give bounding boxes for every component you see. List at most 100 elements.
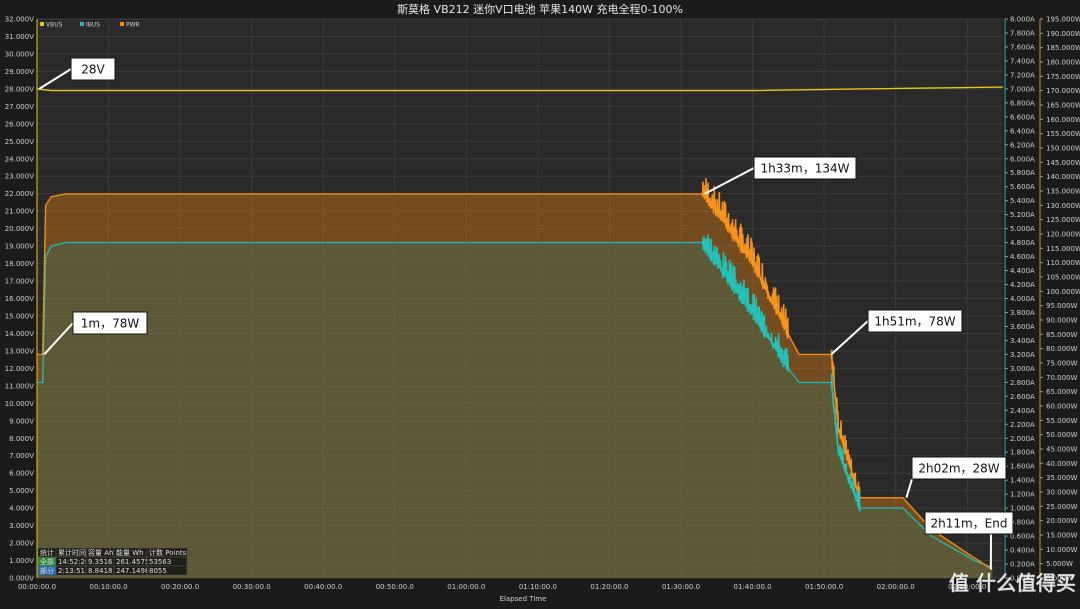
y-left-tick-label: 0.000V [9, 575, 34, 583]
y-right2-tick-label: 135.000W [1046, 188, 1080, 196]
y-left-tick-label: 27.000V [5, 103, 34, 111]
y-right1-tick-label: 1.400A [1010, 477, 1035, 485]
y-left-tick-label: 32.000V [5, 16, 34, 24]
y-right2-tick-label: 110.000W [1046, 259, 1080, 267]
y-left-tick-label: 18.000V [5, 260, 34, 268]
legend-swatch-vbus [40, 22, 44, 26]
y-right2-tick-label: 155.000W [1046, 130, 1080, 138]
chart-title: 斯莫格 VB212 迷你V口电池 苹果140W 充电全程0-100% [397, 2, 683, 16]
y-left-tick-label: 12.000V [5, 365, 34, 373]
y-right2-tick-label: 85.000W [1046, 331, 1077, 339]
y-left-tick-label: 8.000V [9, 435, 34, 443]
y-left-tick-label: 9.000V [9, 417, 34, 425]
y-left-tick-label: 13.000V [5, 347, 34, 355]
y-right1-tick-label: 3.800A [1010, 309, 1035, 317]
y-right2-tick-label: 10.000W [1046, 546, 1077, 554]
y-right1-tick-label: 7.600A [1010, 43, 1035, 51]
y-right1-tick-label: 4.400A [1010, 267, 1035, 275]
y-right2-tick-label: 175.000W [1046, 73, 1080, 81]
y-left-tick-label: 3.000V [9, 522, 34, 530]
y-right1-tick-label: 3.400A [1010, 337, 1035, 345]
stats-cell: 部分 [40, 566, 54, 575]
stats-cell: 能量 Wh [116, 548, 144, 557]
x-tick-label: 00:30:00.0 [233, 583, 271, 591]
y-left-tick-label: 26.000V [5, 120, 34, 128]
y-right2-tick-label: 95.000W [1046, 302, 1077, 310]
charge-chart: 斯莫格 VB212 迷你V口电池 苹果140W 充电全程0-100% 0.000… [0, 0, 1080, 605]
y-right1-tick-label: 7.800A [1010, 29, 1035, 37]
y-right1-tick-label: 1.200A [1010, 491, 1035, 499]
y-left-tick-label: 25.000V [5, 138, 34, 146]
stats-cell: 261.4575 [116, 558, 149, 566]
y-right1-tick-label: 7.200A [1010, 71, 1035, 79]
y-right2-tick-label: 25.000W [1046, 503, 1077, 511]
y-right1-tick-label: 3.600A [1010, 323, 1035, 331]
y-left-tick-label: 31.000V [5, 33, 34, 41]
y-right2-tick-label: 125.000W [1046, 216, 1080, 224]
y-left-tick-label: 21.000V [5, 208, 34, 216]
legend-label-ibus: IBUS [86, 22, 100, 29]
y-right1-tick-label: 6.800A [1010, 99, 1035, 107]
x-tick-label: 01:40:00.0 [733, 583, 771, 591]
x-tick-label: 01:10:00.0 [519, 583, 557, 591]
y-right1-tick-label: 2.200A [1010, 421, 1035, 429]
x-tick-label: 02:00:00.0 [877, 583, 915, 591]
y-right1-tick-label: 2.000A [1010, 435, 1035, 443]
stats-cell: 9.3516 [88, 558, 113, 566]
y-right2-tick-label: 90.000W [1046, 317, 1077, 325]
stats-cell: 8055 [149, 567, 167, 575]
x-tick-label: 01:30:00.0 [662, 583, 700, 591]
stats-cell: 53563 [149, 558, 171, 566]
y-right2-tick-label: 80.000W [1046, 345, 1077, 353]
y-right2-tick-label: 15.000W [1046, 532, 1077, 540]
y-right1-tick-label: 0.400A [1010, 547, 1035, 555]
y-right2-tick-label: 120.000W [1046, 231, 1080, 239]
y-right2-tick-label: 35.000W [1046, 474, 1077, 482]
y-left-tick-label: 17.000V [5, 278, 34, 286]
stats-cell: 全部 [40, 557, 54, 566]
y-right1-tick-label: 4.800A [1010, 239, 1035, 247]
y-right2-tick-label: 55.000W [1046, 417, 1077, 425]
stats-cell: 14:52:20 [58, 558, 89, 566]
y-right2-tick-label: 65.000W [1046, 388, 1077, 396]
annotation-text: 1h51m，78W [874, 315, 955, 329]
y-right1-tick-label: 2.800A [1010, 379, 1035, 387]
y-right1-tick-label: 0.200A [1010, 561, 1035, 569]
y-right1-tick-label: 8.000A [1010, 16, 1035, 24]
y-right1-tick-label: 3.000A [1010, 365, 1035, 373]
x-tick-label: 01:50:00.0 [805, 583, 843, 591]
x-tick-label: 00:20:00.0 [161, 583, 199, 591]
y-left-tick-label: 20.000V [5, 225, 34, 233]
stats-cell: 247.1498 [116, 567, 149, 575]
y-left-tick-label: 10.000V [5, 400, 34, 408]
y-right2-tick-label: 100.000W [1046, 288, 1080, 296]
y-left-tick-label: 28.000V [5, 85, 34, 93]
y-left-tick-label: 6.000V [9, 470, 34, 478]
y-left-tick-label: 23.000V [5, 173, 34, 181]
legend-swatch-pwr [120, 22, 124, 26]
annotation-text: 2h11m，End [930, 517, 1007, 531]
stats-cell: 8.8418 [88, 567, 113, 575]
y-right2-tick-label: 45.000W [1046, 446, 1077, 454]
y-right2-tick-label: 5.000W [1046, 560, 1073, 568]
y-left-tick-label: 7.000V [9, 452, 34, 460]
y-left-tick-label: 5.000V [9, 487, 34, 495]
stats-cell: 2:13:51 [58, 567, 85, 575]
stats-cell: 计数 Points [149, 548, 187, 557]
x-tick-label: 00:00:00.0 [18, 583, 56, 591]
y-right1-tick-label: 6.400A [1010, 127, 1035, 135]
y-right1-tick-label: 6.600A [1010, 113, 1035, 121]
y-left-tick-label: 2.000V [9, 540, 34, 548]
y-right2-tick-label: 70.000W [1046, 374, 1077, 382]
x-tick-label: 00:40:00.0 [304, 583, 342, 591]
x-axis-label: Elapsed Time [500, 595, 547, 603]
stats-cell: 累计时间 [58, 548, 86, 557]
y-right1-tick-label: 0.800A [1010, 519, 1035, 527]
annotation-text: 2h02m，28W [918, 462, 999, 476]
y-right2-tick-label: 195.000W [1046, 16, 1080, 24]
annotation-text: 28V [81, 63, 105, 77]
y-right2-tick-label: 180.000W [1046, 59, 1080, 67]
y-left-tick-label: 24.000V [5, 155, 34, 163]
y-right2-tick-label: 50.000W [1046, 431, 1077, 439]
y-left-tick-label: 14.000V [5, 330, 34, 338]
